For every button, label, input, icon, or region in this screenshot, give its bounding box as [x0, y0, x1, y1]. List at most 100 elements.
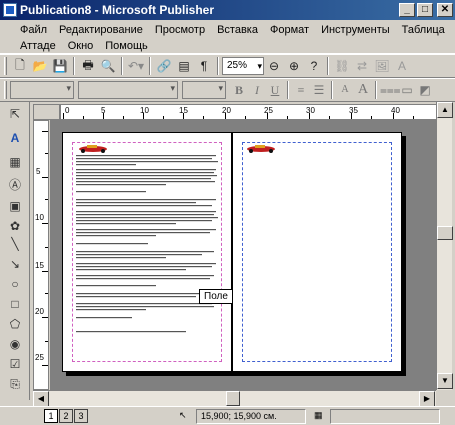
menu-insert[interactable]: Вставка [211, 22, 264, 38]
autoshapes-icon[interactable]: ⬠ [7, 316, 23, 332]
ruler-number: 25 [264, 106, 273, 115]
clipart-icon[interactable]: ✿ [7, 218, 23, 234]
save-icon[interactable]: 💾 [50, 56, 70, 76]
text-box-icon[interactable]: A [7, 130, 23, 146]
horizontal-ruler[interactable]: 0 5 10 15 20 25 30 35 40 [60, 104, 445, 120]
margin-guide [242, 142, 392, 362]
wordart-icon[interactable]: Ⓐ [7, 176, 23, 192]
text-direction-icon[interactable]: ⇄ [352, 56, 372, 76]
print-icon[interactable]: 🖶 [78, 56, 98, 76]
toolbar-separator [331, 81, 333, 99]
open-folder-icon[interactable]: 📂 [30, 56, 50, 76]
horizontal-scroll-thumb[interactable] [226, 391, 240, 406]
zoom-select[interactable]: 25% [222, 57, 264, 75]
hotspot-icon[interactable]: ◉ [7, 336, 23, 352]
maximize-button[interactable]: □ [417, 3, 433, 17]
insert-hyperlink-icon[interactable]: 🔗 [154, 56, 174, 76]
ruler-number: 30 [306, 106, 315, 115]
line-style-icon[interactable]: ⩶ [380, 80, 401, 100]
page-tab-3[interactable]: 3 [74, 409, 88, 423]
standard-toolbar: 🗋 📂 💾 🖶 🔍 ↶▾ 🔗 ▤ ¶ 25% ⊖ ⊕ ? ⛓ ⇄ 🖼 A [0, 54, 455, 78]
menu-file[interactable]: Файл [14, 22, 53, 38]
page-left[interactable] [62, 132, 232, 372]
menu-tools[interactable]: Инструменты [315, 22, 396, 38]
print-preview-icon[interactable]: 🔍 [98, 56, 118, 76]
form-control-icon[interactable]: ☑ [7, 356, 23, 372]
undo-icon[interactable]: ↶▾ [126, 56, 146, 76]
line-icon[interactable]: ╲ [7, 236, 23, 252]
text-frame-link-icon[interactable]: ⛓ [332, 56, 352, 76]
page-tab-1[interactable]: 1 [44, 409, 58, 423]
vertical-scroll-thumb[interactable] [437, 226, 453, 240]
select-pointer-icon[interactable]: ⇱ [7, 106, 23, 122]
vertical-scrollbar[interactable]: ▲ ▼ [436, 102, 453, 390]
align-justify-icon[interactable]: ☰ [310, 80, 328, 100]
toolbar-separator [327, 57, 329, 75]
menu-table[interactable]: Таблица [396, 22, 451, 38]
table-icon[interactable]: ▦ [7, 154, 23, 170]
cursor-position-icon: ↖ [179, 410, 187, 420]
show-formatting-icon[interactable]: ¶ [194, 56, 214, 76]
decrease-font-icon[interactable]: A [336, 80, 354, 100]
underline-icon[interactable]: U [266, 80, 284, 100]
scroll-down-button[interactable]: ▼ [437, 373, 453, 389]
oval-icon[interactable]: ○ [7, 276, 23, 292]
align-left-icon[interactable]: ≡ [292, 80, 310, 100]
toolbar-separator [287, 81, 289, 99]
columns-icon[interactable]: ▤ [174, 56, 194, 76]
menu-view[interactable]: Просмотр [149, 22, 211, 38]
ruler-corner[interactable] [33, 104, 60, 120]
menu-window[interactable]: Окно [62, 38, 100, 54]
font-color-icon[interactable]: A [392, 56, 412, 76]
toolbar-grip[interactable] [4, 81, 7, 99]
objects-toolbox: ⇱ A ▦ Ⓐ ▣ ✿ ╲ ↘ ○ □ ⬠ ◉ ☑ ⎘ [0, 102, 30, 400]
zoom-out-icon[interactable]: ⊖ [264, 56, 284, 76]
font-select[interactable] [78, 81, 178, 99]
scroll-up-button[interactable]: ▲ [437, 102, 453, 118]
ruler-number: 10 [35, 213, 44, 222]
publisher-icon[interactable] [3, 3, 17, 17]
horizontal-scrollbar[interactable]: ◀ ▶ [33, 390, 436, 407]
race-car-image[interactable] [245, 143, 277, 153]
scroll-right-button[interactable]: ▶ [419, 391, 435, 407]
html-fragment-icon[interactable]: ⎘ [7, 376, 23, 392]
tooltip: Поле [199, 289, 233, 304]
toolbar-separator [375, 81, 377, 99]
help-icon[interactable]: ? [304, 56, 324, 76]
vertical-ruler[interactable]: 5 10 15 20 25 [33, 120, 49, 390]
menu-arrange[interactable]: Аттаде [14, 38, 62, 54]
menu-edit[interactable]: Редактирование [53, 22, 149, 38]
picture-frame-icon[interactable]: ▣ [7, 198, 23, 214]
toolbar-separator [73, 57, 75, 75]
page-right[interactable] [232, 132, 402, 372]
minimize-button[interactable]: _ [399, 3, 415, 17]
new-doc-icon[interactable]: 🗋 [10, 56, 30, 76]
ruler-number: 5 [36, 167, 41, 176]
shadow-icon[interactable]: ◩ [416, 80, 434, 100]
menu-help[interactable]: Помощь [99, 38, 154, 54]
fill-color-icon[interactable]: ▭ [398, 80, 416, 100]
cursor-coordinates: 15,900; 15,900 см. [196, 409, 306, 424]
style-select[interactable] [10, 81, 74, 99]
race-car-image[interactable] [77, 143, 109, 153]
menu-format[interactable]: Формат [264, 22, 315, 38]
zoom-in-icon[interactable]: ⊕ [284, 56, 304, 76]
title-bar: Publication8 - Microsoft Publisher _ □ ✕ [0, 0, 455, 20]
page-tab-2[interactable]: 2 [59, 409, 73, 423]
italic-icon[interactable]: I [248, 80, 266, 100]
rectangle-icon[interactable]: □ [7, 296, 23, 312]
arrow-icon[interactable]: ↘ [7, 256, 23, 272]
picture-icon[interactable]: 🖼 [372, 56, 392, 76]
close-button[interactable]: ✕ [437, 3, 453, 17]
toolbar-separator [149, 57, 151, 75]
bold-icon[interactable]: B [230, 80, 248, 100]
scroll-left-button[interactable]: ◀ [33, 391, 49, 407]
ruler-number: 10 [140, 106, 149, 115]
page-navigator: 1 2 3 [44, 409, 89, 423]
font-size-select[interactable] [182, 81, 226, 99]
increase-font-icon[interactable]: A [354, 80, 372, 100]
formatting-toolbar: B I U ≡ ☰ A A ⩶ ▭ ◩ [0, 78, 455, 102]
toolbar-grip[interactable] [4, 57, 7, 75]
workspace[interactable]: Поле [50, 120, 436, 390]
body-text-frame[interactable] [76, 155, 220, 355]
